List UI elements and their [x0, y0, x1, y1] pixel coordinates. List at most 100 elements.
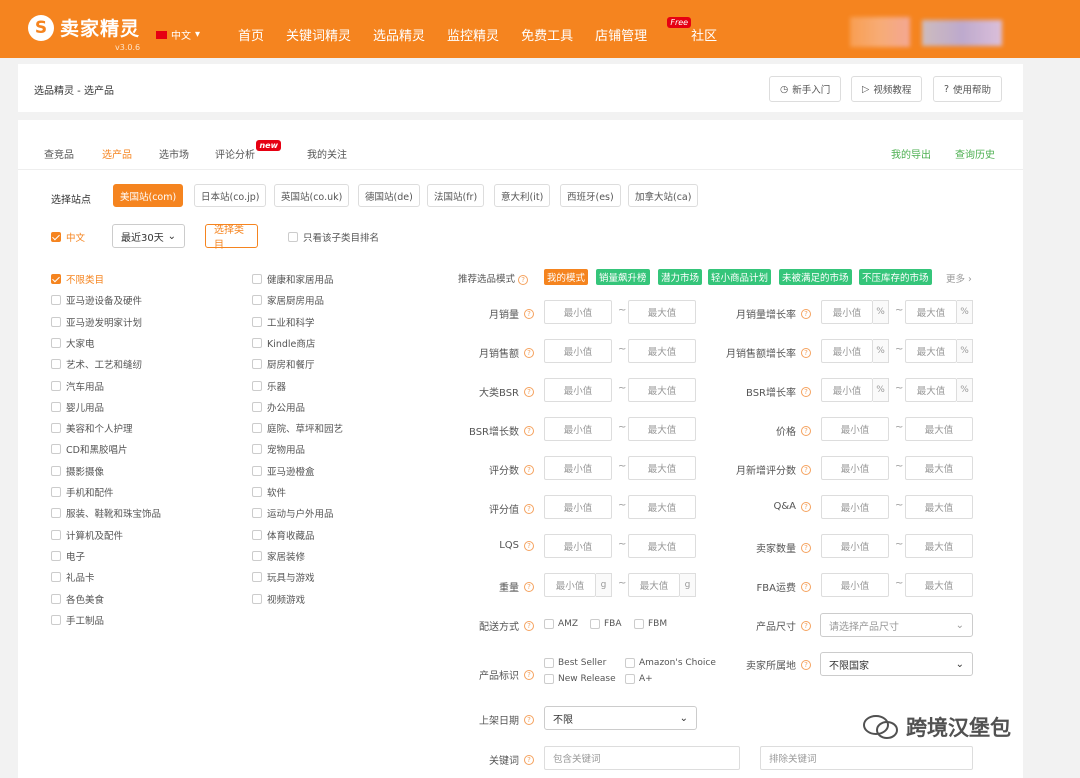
- category-item[interactable]: 亚马逊橙盒: [252, 464, 315, 478]
- max-input[interactable]: 最大值: [628, 417, 696, 441]
- category-item[interactable]: 汽车用品: [51, 379, 104, 393]
- category-item[interactable]: 宠物用品: [252, 442, 305, 456]
- max-input[interactable]: 最大值: [905, 456, 973, 480]
- category-item[interactable]: 亚马逊发明家计划: [51, 315, 142, 329]
- lang-checkbox[interactable]: 中文: [51, 230, 85, 244]
- tag-a-plus[interactable]: A+: [625, 674, 653, 684]
- max-input[interactable]: 最大值: [628, 495, 696, 519]
- mode-mine[interactable]: 我的模式: [544, 269, 589, 285]
- tab-competitor[interactable]: 查竞品: [44, 146, 74, 161]
- language-switcher[interactable]: 中文 ▾: [156, 27, 200, 42]
- category-item[interactable]: 家居厨房用品: [252, 293, 324, 307]
- site-uk[interactable]: 英国站(co.uk): [274, 184, 350, 207]
- min-input[interactable]: 最小值: [544, 573, 596, 597]
- min-input[interactable]: 最小值: [821, 300, 873, 324]
- my-exports-link[interactable]: 我的导出: [891, 146, 931, 161]
- tab-select-product[interactable]: 选产品: [102, 146, 132, 161]
- max-input[interactable]: 最大值: [905, 573, 973, 597]
- category-item[interactable]: 大家电: [51, 336, 95, 350]
- category-item[interactable]: 乐器: [252, 379, 286, 393]
- site-it[interactable]: 意大利(it): [494, 184, 551, 207]
- min-input[interactable]: 最小值: [821, 339, 873, 363]
- max-input[interactable]: 最大值: [905, 495, 973, 519]
- category-item[interactable]: 艺术、工艺和缝纫: [51, 357, 142, 371]
- nav-store-mgmt[interactable]: 店铺管理 Free: [595, 17, 692, 44]
- min-input[interactable]: 最小值: [544, 456, 612, 480]
- category-item[interactable]: 视频游戏: [252, 592, 305, 606]
- category-item[interactable]: 手工制品: [51, 613, 104, 627]
- nav-keyword[interactable]: 关键词精灵: [286, 25, 351, 44]
- category-item[interactable]: 计算机及配件: [51, 528, 123, 542]
- mode-no-stock[interactable]: 不压库存的市场: [859, 269, 932, 285]
- category-item[interactable]: 各色美食: [51, 592, 104, 606]
- logo[interactable]: S 卖家精灵: [28, 14, 140, 41]
- query-history-link[interactable]: 查询历史: [955, 146, 995, 161]
- category-item[interactable]: 电子: [51, 549, 85, 563]
- max-input[interactable]: 最大值: [628, 378, 696, 402]
- category-item[interactable]: 美容和个人护理: [51, 421, 133, 435]
- tab-select-market[interactable]: 选市场: [159, 146, 189, 161]
- min-input[interactable]: 最小值: [821, 417, 889, 441]
- only-sub-checkbox[interactable]: 只看该子类目排名: [288, 230, 379, 244]
- min-input[interactable]: 最小值: [544, 300, 612, 324]
- nav-free-tools[interactable]: 免费工具: [521, 25, 573, 44]
- tag-amazon-choice[interactable]: Amazon's Choice: [625, 658, 716, 668]
- category-item[interactable]: Kindle商店: [252, 336, 315, 350]
- max-input[interactable]: 最大值: [628, 300, 696, 324]
- max-input[interactable]: 最大值: [628, 573, 680, 597]
- min-input[interactable]: 最小值: [821, 534, 889, 558]
- min-input[interactable]: 最小值: [821, 456, 889, 480]
- ship-amz[interactable]: AMZ: [544, 619, 578, 629]
- min-input[interactable]: 最小值: [544, 378, 612, 402]
- exclude-keyword-input[interactable]: 排除关键词: [760, 746, 973, 770]
- min-input[interactable]: 最小值: [821, 378, 873, 402]
- category-item[interactable]: 工业和科学: [252, 315, 315, 329]
- beginner-guide-button[interactable]: ◷ 新手入门: [769, 76, 842, 102]
- site-ca[interactable]: 加拿大站(ca): [628, 184, 699, 207]
- nav-product[interactable]: 选品精灵: [373, 25, 425, 44]
- category-item[interactable]: 体育收藏品: [252, 528, 315, 542]
- min-input[interactable]: 最小值: [544, 495, 612, 519]
- size-select[interactable]: 请选择产品尺寸 ⌄: [820, 613, 973, 637]
- category-item[interactable]: 手机和配件: [51, 485, 114, 499]
- category-item[interactable]: 不限类目: [51, 272, 104, 286]
- video-tutorial-button[interactable]: ▷ 视频教程: [851, 76, 923, 102]
- listed-select[interactable]: 不限 ⌄: [544, 706, 697, 730]
- min-input[interactable]: 最小值: [821, 573, 889, 597]
- category-item[interactable]: 家居装修: [252, 549, 305, 563]
- category-item[interactable]: 庭院、草坪和园艺: [252, 421, 343, 435]
- seller-loc-select[interactable]: 不限国家 ⌄: [820, 652, 973, 676]
- mode-unmet[interactable]: 未被满足的市场: [779, 269, 852, 285]
- max-input[interactable]: 最大值: [628, 456, 696, 480]
- site-de[interactable]: 德国站(de): [358, 184, 420, 207]
- category-item[interactable]: 婴儿用品: [51, 400, 104, 414]
- category-item[interactable]: 摄影摄像: [51, 464, 104, 478]
- help-button[interactable]: ? 使用帮助: [933, 76, 1003, 102]
- min-input[interactable]: 最小值: [544, 417, 612, 441]
- category-item[interactable]: 亚马逊设备及硬件: [51, 293, 142, 307]
- tag-best-seller[interactable]: Best Seller: [544, 658, 606, 668]
- category-item[interactable]: 服装、鞋靴和珠宝饰品: [51, 506, 161, 520]
- nav-community[interactable]: 社区: [691, 25, 717, 44]
- mode-sales-surge[interactable]: 销量飙升榜: [596, 269, 650, 285]
- max-input[interactable]: 最大值: [628, 339, 696, 363]
- max-input[interactable]: 最大值: [905, 300, 957, 324]
- tag-new-release[interactable]: New Release: [544, 674, 616, 684]
- blurred-username[interactable]: [922, 20, 1002, 46]
- ship-fba[interactable]: FBA: [590, 619, 622, 629]
- site-fr[interactable]: 法国站(fr): [427, 184, 485, 207]
- max-input[interactable]: 最大值: [628, 534, 696, 558]
- category-item[interactable]: 礼品卡: [51, 570, 95, 584]
- more-modes-link[interactable]: 更多 ›: [946, 271, 972, 285]
- mode-potential[interactable]: 潜力市场: [658, 269, 703, 285]
- category-item[interactable]: CD和黑胶唱片: [51, 442, 127, 456]
- max-input[interactable]: 最大值: [905, 378, 957, 402]
- category-item[interactable]: 厨房和餐厅: [252, 357, 315, 371]
- mode-light-small[interactable]: 轻小商品计划: [708, 269, 772, 285]
- tab-review-analysis[interactable]: 评论分析 new: [215, 140, 281, 161]
- category-item[interactable]: 办公用品: [252, 400, 305, 414]
- max-input[interactable]: 最大值: [905, 417, 973, 441]
- ship-fbm[interactable]: FBM: [634, 619, 667, 629]
- blurred-avatar[interactable]: [850, 17, 910, 47]
- min-input[interactable]: 最小值: [544, 339, 612, 363]
